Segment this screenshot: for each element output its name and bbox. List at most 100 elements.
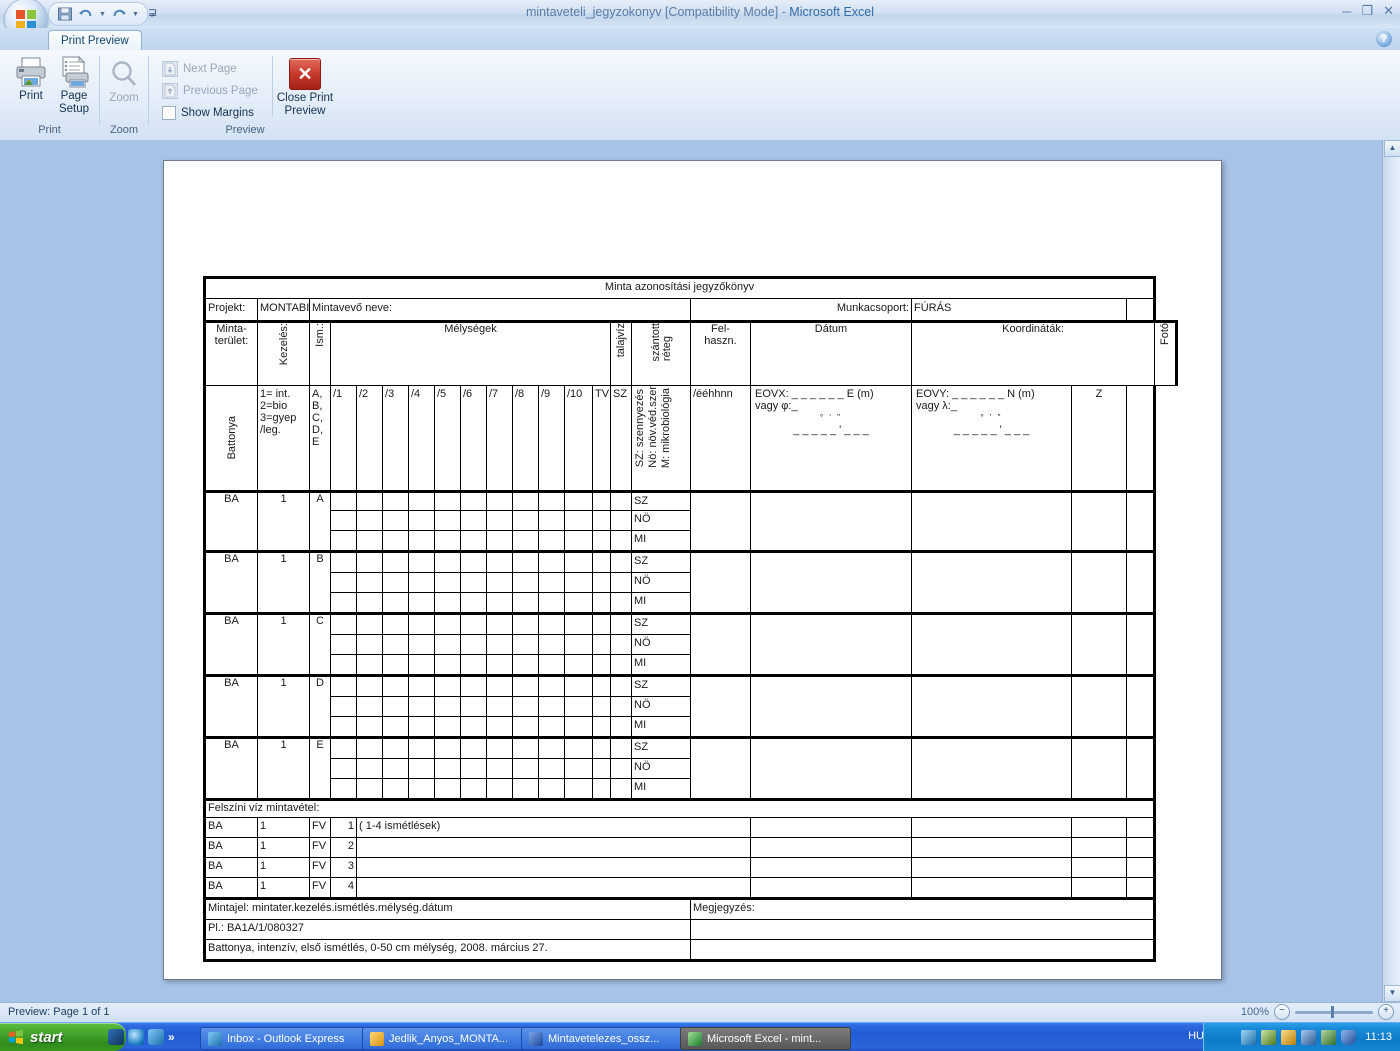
eovx-cell[interactable] xyxy=(750,674,912,738)
depth-cell[interactable] xyxy=(356,612,383,635)
depth-cell[interactable] xyxy=(512,592,539,614)
scroll-up-arrow-icon[interactable]: ▲ xyxy=(1384,140,1400,157)
depth-cell[interactable] xyxy=(460,612,487,635)
depth-cell[interactable] xyxy=(460,550,487,573)
depth-cell[interactable] xyxy=(486,550,513,573)
date-cell[interactable] xyxy=(690,612,751,676)
depth-cell[interactable] xyxy=(356,634,383,655)
z-cell[interactable] xyxy=(1071,550,1127,614)
depth-cell[interactable] xyxy=(330,490,357,511)
depth-cell[interactable] xyxy=(356,716,383,738)
depth-cell[interactable] xyxy=(382,490,409,511)
depth-cell[interactable] xyxy=(382,778,409,800)
eovy-cell[interactable] xyxy=(911,490,1072,552)
plowed-cell[interactable] xyxy=(610,550,632,573)
plowed-cell[interactable] xyxy=(610,572,632,593)
groundwater-cell[interactable] xyxy=(592,572,611,593)
groundwater-cell[interactable] xyxy=(592,634,611,655)
depth-cell[interactable] xyxy=(356,736,383,759)
taskbar-item-1[interactable]: Jedlik_Anyos_MONTA... xyxy=(362,1027,533,1050)
depth-cell[interactable] xyxy=(538,550,565,573)
depth-cell[interactable] xyxy=(356,530,383,552)
depth-cell[interactable] xyxy=(408,612,435,635)
depth-cell[interactable] xyxy=(382,510,409,531)
depth-cell[interactable] xyxy=(460,696,487,717)
depth-cell[interactable] xyxy=(356,550,383,573)
depth-cell[interactable] xyxy=(434,550,461,573)
depth-cell[interactable] xyxy=(486,490,513,511)
depth-cell[interactable] xyxy=(538,572,565,593)
quicklaunch-overflow-icon[interactable]: » xyxy=(168,1030,175,1044)
plowed-cell[interactable] xyxy=(610,490,632,511)
plowed-cell[interactable] xyxy=(610,530,632,552)
depth-cell[interactable] xyxy=(460,634,487,655)
depth-cell[interactable] xyxy=(356,510,383,531)
depth-cell[interactable] xyxy=(330,510,357,531)
zoom-slider[interactable] xyxy=(1295,1005,1373,1018)
close-button[interactable]: ✕ xyxy=(1383,3,1394,19)
plowed-cell[interactable] xyxy=(610,612,632,635)
depth-cell[interactable] xyxy=(434,696,461,717)
sw-photo-2[interactable] xyxy=(1126,857,1156,878)
depth-cell[interactable] xyxy=(356,674,383,697)
depth-cell[interactable] xyxy=(538,490,565,511)
sw-eovx-0[interactable] xyxy=(750,817,912,838)
sw-z-1[interactable] xyxy=(1071,837,1127,858)
depth-cell[interactable] xyxy=(408,592,435,614)
plowed-cell[interactable] xyxy=(610,778,632,800)
depth-cell[interactable] xyxy=(564,758,593,779)
depth-cell[interactable] xyxy=(486,572,513,593)
sw-eovx-2[interactable] xyxy=(750,857,912,878)
zoom-level-label[interactable]: 100% xyxy=(1241,1006,1269,1018)
depth-cell[interactable] xyxy=(382,716,409,738)
depth-cell[interactable] xyxy=(434,490,461,511)
depth-cell[interactable] xyxy=(330,550,357,573)
depth-cell[interactable] xyxy=(330,572,357,593)
depth-cell[interactable] xyxy=(486,716,513,738)
depth-cell[interactable] xyxy=(382,674,409,697)
eovx-cell[interactable] xyxy=(750,736,912,800)
depth-cell[interactable] xyxy=(486,778,513,800)
groundwater-cell[interactable] xyxy=(592,612,611,635)
depth-cell[interactable] xyxy=(408,510,435,531)
depth-cell[interactable] xyxy=(564,592,593,614)
eovx-cell[interactable] xyxy=(750,550,912,614)
depth-cell[interactable] xyxy=(486,592,513,614)
footer-remarks-blank-1[interactable] xyxy=(690,919,1156,940)
depth-cell[interactable] xyxy=(460,716,487,738)
depth-cell[interactable] xyxy=(564,674,593,697)
depth-cell[interactable] xyxy=(460,510,487,531)
depth-cell[interactable] xyxy=(564,736,593,759)
plowed-cell[interactable] xyxy=(610,654,632,676)
depth-cell[interactable] xyxy=(434,758,461,779)
minimize-button[interactable]: ─ xyxy=(1342,4,1351,19)
depth-cell[interactable] xyxy=(330,654,357,676)
plowed-cell[interactable] xyxy=(610,716,632,738)
depth-cell[interactable] xyxy=(408,716,435,738)
depth-cell[interactable] xyxy=(330,736,357,759)
groundwater-cell[interactable] xyxy=(592,510,611,531)
depth-cell[interactable] xyxy=(538,696,565,717)
depth-cell[interactable] xyxy=(382,696,409,717)
depth-cell[interactable] xyxy=(382,634,409,655)
depth-cell[interactable] xyxy=(356,654,383,676)
depth-cell[interactable] xyxy=(486,530,513,552)
previous-page-button[interactable]: Previous Page xyxy=(162,80,258,102)
depth-cell[interactable] xyxy=(564,654,593,676)
depth-cell[interactable] xyxy=(486,674,513,697)
z-cell[interactable] xyxy=(1071,612,1127,676)
plowed-cell[interactable] xyxy=(610,696,632,717)
depth-cell[interactable] xyxy=(460,674,487,697)
depth-cell[interactable] xyxy=(408,634,435,655)
plowed-cell[interactable] xyxy=(610,592,632,614)
depth-cell[interactable] xyxy=(382,550,409,573)
depth-cell[interactable] xyxy=(356,778,383,800)
depth-cell[interactable] xyxy=(408,572,435,593)
depth-cell[interactable] xyxy=(356,592,383,614)
print-preview-canvas[interactable]: Minta azonosítási jegyzőkönyv Projekt: M… xyxy=(0,140,1400,1002)
taskbar-item-0[interactable]: Inbox - Outlook Express xyxy=(200,1027,374,1050)
depth-cell[interactable] xyxy=(512,634,539,655)
depth-cell[interactable] xyxy=(486,696,513,717)
depth-cell[interactable] xyxy=(434,634,461,655)
groundwater-cell[interactable] xyxy=(592,736,611,759)
